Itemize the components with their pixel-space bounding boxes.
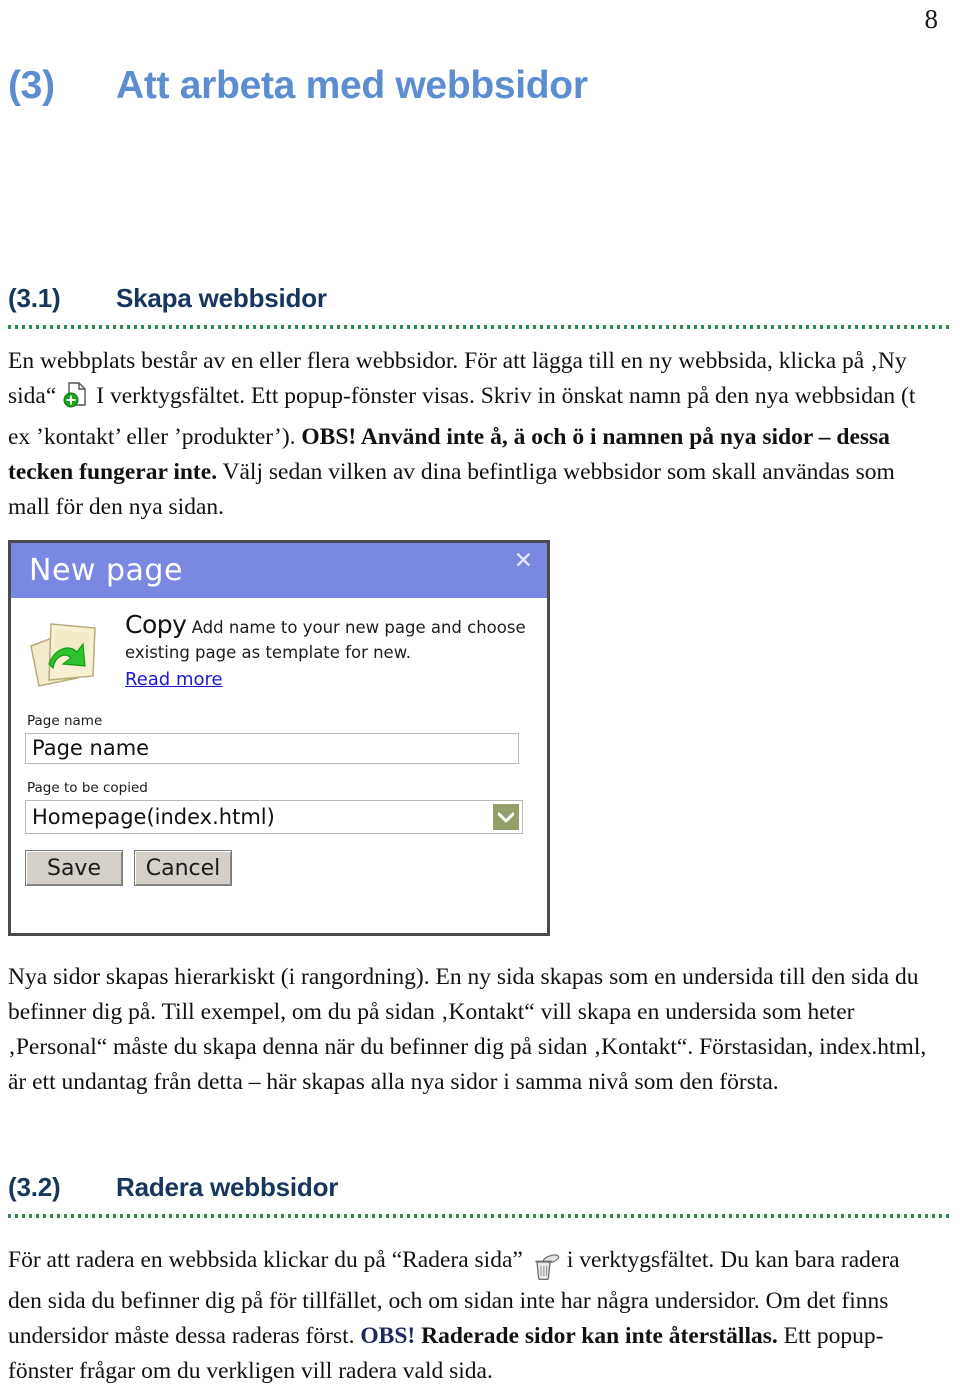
section-divider: [8, 1214, 952, 1218]
copy-icon: [25, 612, 113, 697]
save-button[interactable]: Save: [25, 850, 123, 886]
page-to-copy-field-group: Page to be copied Homepage(index.html): [25, 780, 531, 834]
delete-warning-bold: Raderade sidor kan inte återställas.: [421, 1323, 778, 1349]
dialog-button-row: Save Cancel: [25, 850, 531, 886]
copy-heading: Copy: [125, 610, 187, 639]
page-to-copy-label: Page to be copied: [27, 780, 148, 796]
copy-description: Add name to your new page and choose exi…: [125, 618, 526, 662]
dialog-intro-block: Copy Add name to your new page and choos…: [25, 612, 531, 697]
dialog-titlebar: New page ✕: [11, 543, 547, 598]
section-3-1: (3.1) Skapa webbsidor: [8, 283, 952, 329]
paragraph-hierarchy: Nya sidor skapas hierarkiskt (i rangordn…: [8, 964, 927, 1095]
delete-obs-label: OBS!: [360, 1323, 416, 1349]
paragraph-delete: För att radera en webbsida klickar du på…: [8, 1243, 938, 1389]
chapter-title: Att arbeta med webbsidor: [116, 64, 588, 107]
new-page-dialog-screenshot: New page ✕ Copy Add name to your new pag…: [8, 540, 550, 936]
dialog-body: Copy Add name to your new page and choos…: [11, 598, 547, 886]
chevron-down-icon[interactable]: [492, 803, 520, 831]
new-page-icon: [63, 381, 89, 420]
document-page: 8 (3) Att arbeta med webbsidor (3.1) Ska…: [0, 0, 960, 1384]
page-to-copy-value: Homepage(index.html): [32, 805, 275, 829]
section-3-1-title: Skapa webbsidor: [116, 283, 327, 313]
trash-icon: [530, 1249, 560, 1284]
paragraph-intro: En webbplats består av en eller flera we…: [8, 344, 938, 525]
page-name-label: Page name: [27, 713, 103, 729]
intro-text-1: En webbplats består av en eller flera we…: [8, 348, 865, 374]
section-3-1-number: (3.1): [8, 283, 61, 313]
cancel-button[interactable]: Cancel: [134, 850, 232, 886]
dialog-description: Copy Add name to your new page and choos…: [125, 612, 531, 692]
dialog-title: New page: [29, 553, 183, 588]
chapter-number: (3): [8, 64, 55, 107]
section-3-2-number: (3.2): [8, 1172, 61, 1202]
page-name-input[interactable]: Page name: [25, 733, 519, 764]
delete-text-1: För att radera en webbsida klickar du på…: [8, 1247, 523, 1273]
section-3-2-title: Radera webbsidor: [116, 1172, 339, 1202]
chapter-heading: (3) Att arbeta med webbsidor: [8, 64, 938, 108]
page-number: 8: [924, 4, 939, 34]
section-3-2: (3.2) Radera webbsidor: [8, 1172, 952, 1218]
section-3-1-heading: (3.1) Skapa webbsidor: [8, 283, 952, 314]
page-to-copy-select[interactable]: Homepage(index.html): [25, 800, 523, 834]
section-divider: [8, 325, 952, 329]
read-more-link[interactable]: Read more: [125, 667, 223, 692]
section-3-2-heading: (3.2) Radera webbsidor: [8, 1172, 952, 1203]
page-name-field-group: Page name Page name: [25, 713, 531, 764]
close-icon[interactable]: ✕: [514, 550, 533, 573]
